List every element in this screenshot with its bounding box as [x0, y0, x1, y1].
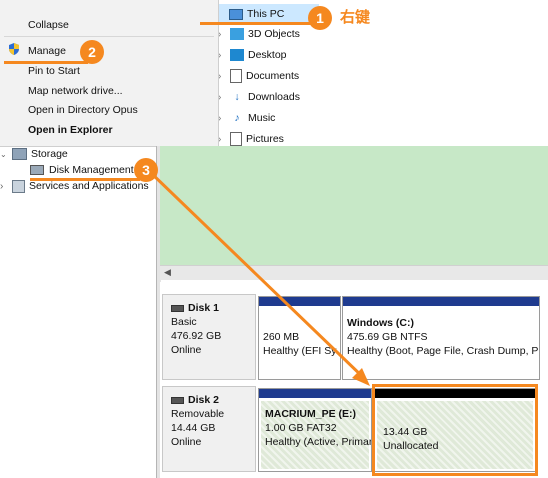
annotation-highlight-unallocated: [372, 384, 538, 476]
